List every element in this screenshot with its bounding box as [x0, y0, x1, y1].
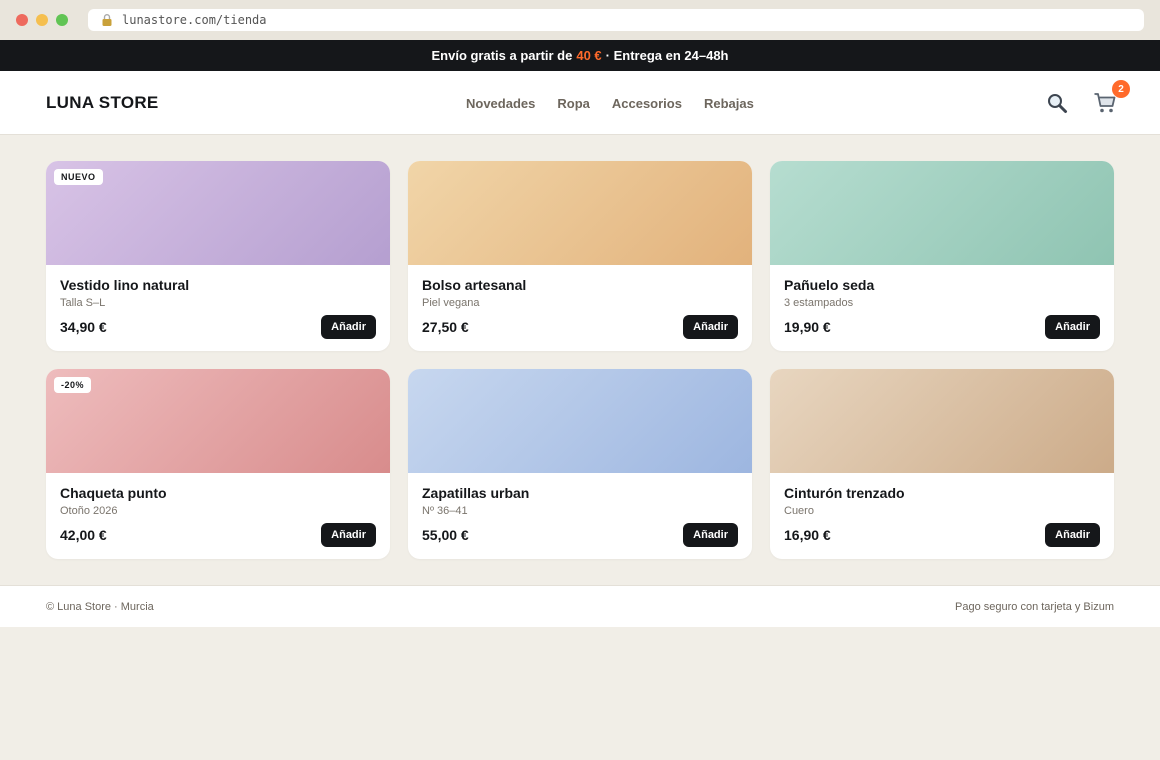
product-price: 34,90 €	[60, 319, 107, 335]
header-actions: 2	[1044, 71, 1130, 135]
promo-banner: Envío gratis a partir de 40 € · Entrega …	[0, 40, 1160, 71]
new-badge: NUEVO	[54, 169, 103, 185]
address-bar[interactable]: lunastore.com/tienda	[88, 9, 1144, 31]
site-header: LUNA STORE Novedades Ropa Accesorios Reb…	[0, 71, 1160, 135]
product-detail: Otoño 2026	[60, 505, 118, 517]
product-card[interactable]: Zapatillas urban Nº 36–41 55,00 € Añadir	[408, 369, 752, 559]
product-image[interactable]	[408, 161, 752, 265]
close-window-button[interactable]	[16, 14, 28, 26]
add-to-cart-button[interactable]: Añadir	[683, 315, 738, 339]
add-to-cart-button[interactable]: Añadir	[321, 315, 376, 339]
product-image[interactable]	[408, 369, 752, 473]
product-card[interactable]: -20% Chaqueta punto Otoño 2026 42,00 € A…	[46, 369, 390, 559]
promo-delivery-text: · Entrega en 24–48h	[605, 48, 729, 63]
product-name[interactable]: Bolso artesanal	[422, 277, 738, 293]
add-to-cart-button[interactable]: Añadir	[1045, 315, 1100, 339]
browser-chrome: lunastore.com/tienda	[0, 0, 1160, 40]
product-price: 27,50 €	[422, 319, 469, 335]
site-footer: © Luna Store · Murcia Pago seguro con ta…	[0, 585, 1160, 627]
footer-payment-info: Pago seguro con tarjeta y Bizum	[955, 600, 1114, 613]
search-icon	[1048, 94, 1067, 113]
search-button[interactable]	[1044, 90, 1070, 116]
cart-button[interactable]: 2	[1092, 80, 1130, 116]
product-price: 55,00 €	[422, 527, 469, 543]
product-name[interactable]: Chaqueta punto	[60, 485, 376, 501]
nav-link-ropa[interactable]: Ropa	[557, 96, 590, 111]
product-detail: Talla S–L	[60, 297, 106, 309]
minimize-window-button[interactable]	[36, 14, 48, 26]
store-logo[interactable]: LUNA STORE	[46, 93, 159, 113]
product-detail: Cuero	[784, 505, 814, 517]
product-detail: 3 estampados	[784, 297, 854, 309]
product-image[interactable]	[770, 161, 1114, 265]
add-to-cart-button[interactable]: Añadir	[683, 523, 738, 547]
product-card[interactable]: Pañuelo seda 3 estampados 19,90 € Añadir	[770, 161, 1114, 351]
add-to-cart-button[interactable]: Añadir	[1045, 523, 1100, 547]
product-card[interactable]: Cinturón trenzado Cuero 16,90 € Añadir	[770, 369, 1114, 559]
window-controls	[16, 14, 68, 26]
product-detail: Piel vegana	[422, 297, 480, 309]
product-grid: NUEVO Vestido lino natural Talla S–L 34,…	[46, 161, 1114, 559]
maximize-window-button[interactable]	[56, 14, 68, 26]
url-text: lunastore.com/tienda	[122, 13, 267, 27]
product-detail: Nº 36–41	[422, 505, 468, 517]
product-name[interactable]: Pañuelo seda	[784, 277, 1100, 293]
lock-icon	[100, 13, 114, 27]
product-image[interactable]: NUEVO	[46, 161, 390, 265]
product-name[interactable]: Vestido lino natural	[60, 277, 376, 293]
product-name[interactable]: Cinturón trenzado	[784, 485, 1100, 501]
main-nav: Novedades Ropa Accesorios Rebajas	[466, 71, 754, 135]
product-price: 19,90 €	[784, 319, 831, 335]
promo-highlight: 40 €	[576, 48, 602, 63]
product-card[interactable]: Bolso artesanal Piel vegana 27,50 € Añad…	[408, 161, 752, 351]
footer-copyright: © Luna Store · Murcia	[46, 600, 154, 613]
product-name[interactable]: Zapatillas urban	[422, 485, 738, 501]
product-image[interactable]: -20%	[46, 369, 390, 473]
cart-count-badge: 2	[1112, 80, 1130, 98]
nav-link-rebajas[interactable]: Rebajas	[704, 96, 754, 111]
product-image[interactable]	[770, 369, 1114, 473]
add-to-cart-button[interactable]: Añadir	[321, 523, 376, 547]
discount-badge: -20%	[54, 377, 92, 393]
nav-link-accesorios[interactable]: Accesorios	[612, 96, 682, 111]
product-card[interactable]: NUEVO Vestido lino natural Talla S–L 34,…	[46, 161, 390, 351]
product-price: 42,00 €	[60, 527, 107, 543]
product-price: 16,90 €	[784, 527, 831, 543]
nav-link-novedades[interactable]: Novedades	[466, 96, 535, 111]
promo-text: Envío gratis a partir de	[431, 48, 573, 63]
